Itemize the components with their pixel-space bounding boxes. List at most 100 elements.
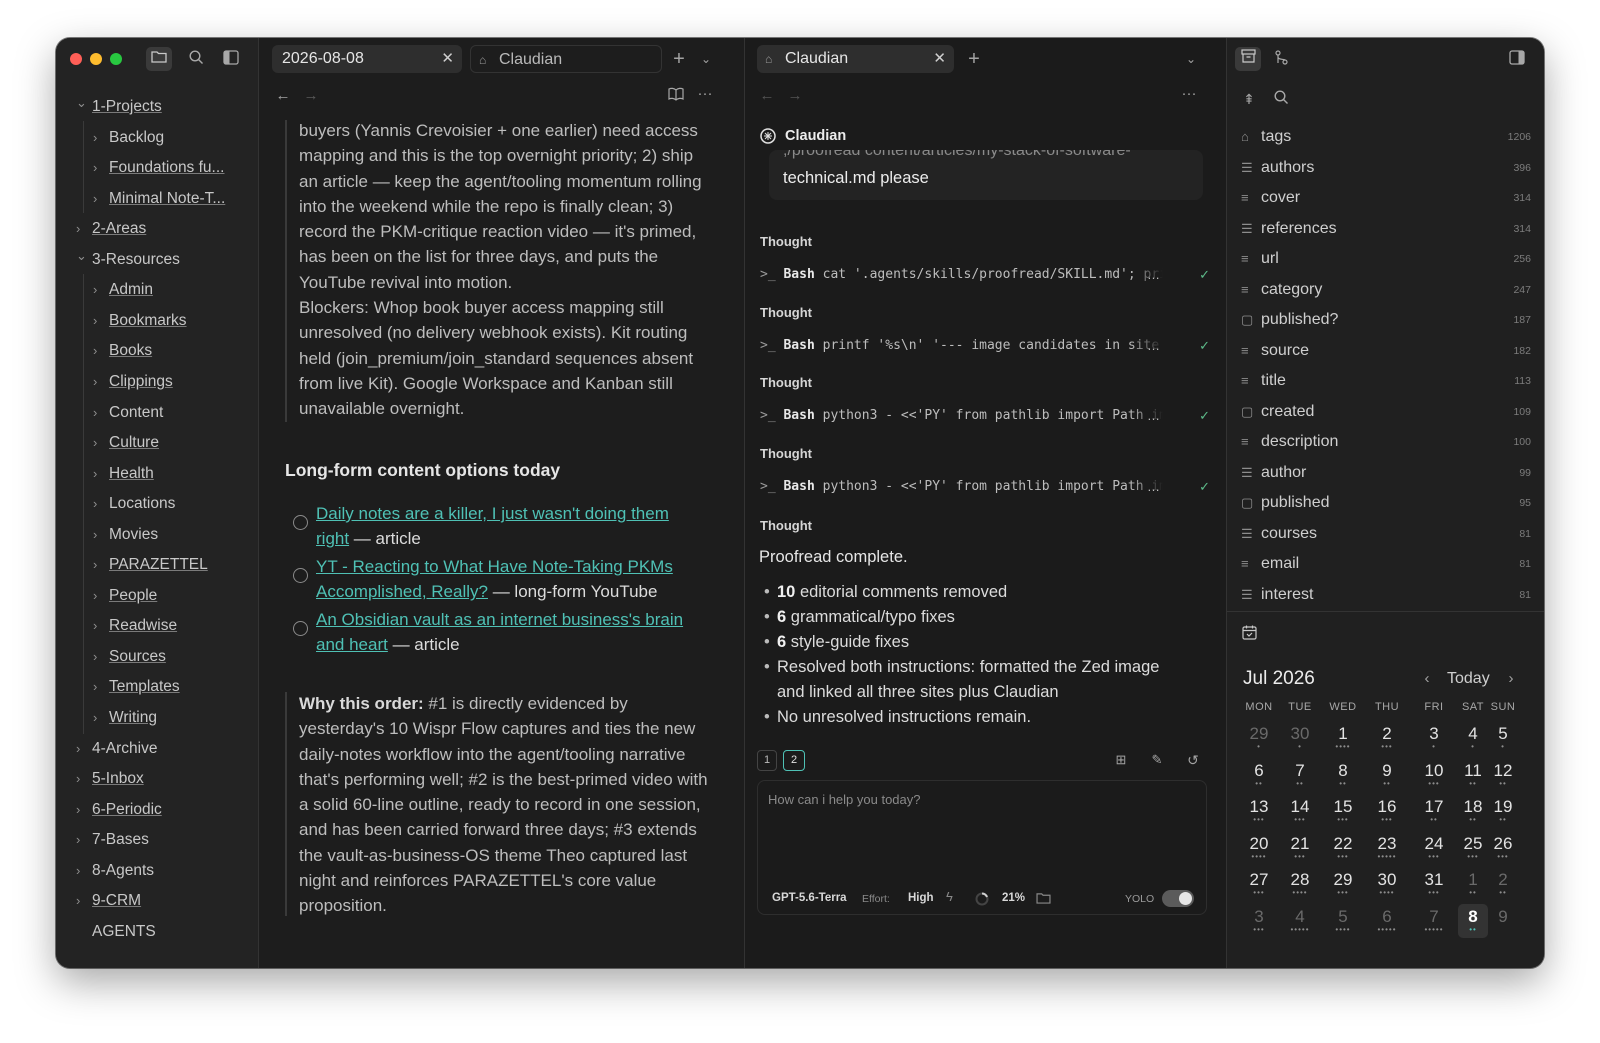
bookmark-panel-icon[interactable] [221, 50, 241, 70]
calendar-day[interactable]: 8 [1325, 761, 1361, 781]
chevron-down-icon[interactable]: ⌄ [696, 50, 716, 68]
sidebar-item[interactable]: › Content [56, 399, 259, 427]
more-options-icon[interactable]: ··· [695, 85, 715, 103]
tab-claudian-chat[interactable]: ⌂ Claudian ✕ [757, 45, 954, 73]
folder-icon[interactable] [1036, 891, 1052, 909]
tab-daily-note[interactable]: 2026-08-08 ✕ [272, 45, 462, 73]
property-row[interactable]: ☰ references 314 [1241, 214, 1531, 244]
calendar-day[interactable]: 1 [1325, 724, 1361, 744]
sort-icon[interactable]: ⇞ [1239, 90, 1259, 108]
tab-claudian[interactable]: ⌂ Claudian [470, 45, 662, 73]
calendar-day[interactable]: 3 [1241, 907, 1277, 927]
calendar-day[interactable]: 2 [1485, 870, 1521, 890]
calendar-day[interactable]: 31 [1416, 870, 1452, 890]
calendar-day[interactable]: 20 [1241, 834, 1277, 854]
sidebar-item[interactable]: › Health [56, 460, 259, 488]
property-row[interactable]: ≡ email 81 [1241, 549, 1531, 579]
folder-icon[interactable] [146, 47, 172, 71]
chevron-right-icon[interactable]: › [1503, 670, 1519, 688]
property-row[interactable]: ≡ source 182 [1241, 336, 1531, 366]
forward-arrow-icon[interactable]: → [301, 87, 321, 105]
history-icon[interactable]: ↺ [1183, 751, 1203, 769]
property-row[interactable]: ⌂ tags 1206 [1241, 122, 1531, 152]
calendar-day[interactable]: 26 [1485, 834, 1521, 854]
sidebar-item[interactable]: ⌄ 1-Projects [56, 93, 259, 121]
bash-tool-call[interactable]: >_ Bash cat '.agents/skills/proofread/SK… [760, 267, 1190, 282]
sidebar-item[interactable]: › Readwise [56, 612, 259, 640]
lightning-icon[interactable]: ϟ [946, 889, 953, 904]
sidebar-item[interactable]: › Backlog [56, 124, 259, 152]
calendar-day[interactable]: 30 [1282, 724, 1318, 744]
reading-view-icon[interactable] [665, 87, 687, 106]
calendar-day[interactable]: 30 [1369, 870, 1405, 890]
calendar-day[interactable]: 19 [1485, 797, 1521, 817]
sidebar-item[interactable]: AGENTS [56, 918, 259, 946]
today-button[interactable]: Today [1447, 670, 1490, 688]
calendar-day[interactable]: 14 [1282, 797, 1318, 817]
calendar-day[interactable]: 4 [1282, 907, 1318, 927]
sidebar-item[interactable]: › Locations [56, 490, 259, 518]
new-conversation-icon[interactable]: ⊞ [1111, 751, 1131, 769]
property-row[interactable]: ▢ published? 187 [1241, 305, 1531, 335]
property-row[interactable]: ☰ authors 396 [1241, 153, 1531, 183]
sidebar-item[interactable]: › PARAZETTEL [56, 551, 259, 579]
yolo-toggle[interactable] [1162, 890, 1194, 907]
calendar-day[interactable]: 7 [1282, 761, 1318, 781]
new-tab-icon[interactable]: + [669, 49, 689, 69]
archive-icon[interactable] [1235, 47, 1261, 71]
calendar-day[interactable]: 5 [1485, 724, 1521, 744]
model-selector[interactable]: GPT-5.6-Terra [772, 892, 847, 904]
sidebar-item[interactable]: › Sources [56, 643, 259, 671]
calendar-day[interactable]: 10 [1416, 761, 1452, 781]
calendar-day[interactable]: 17 [1416, 797, 1452, 817]
sidebar-item[interactable]: › Culture [56, 429, 259, 457]
calendar-day[interactable]: 12 [1485, 761, 1521, 781]
sidebar-item[interactable]: ⌄ 3-Resources [56, 246, 259, 274]
task-checkbox[interactable] [293, 568, 308, 583]
calendar-day[interactable]: 15 [1325, 797, 1361, 817]
sidebar-item[interactable]: › Movies [56, 521, 259, 549]
git-branch-icon[interactable] [1271, 50, 1291, 70]
sidebar-item[interactable]: › 2-Areas [56, 215, 259, 243]
more-options-icon[interactable]: ··· [1179, 85, 1199, 103]
calendar-day[interactable]: 2 [1369, 724, 1405, 744]
property-row[interactable]: ▢ created 109 [1241, 397, 1531, 427]
property-row[interactable]: ≡ title 113 [1241, 366, 1531, 396]
search-icon[interactable] [186, 50, 206, 70]
close-window-button[interactable] [70, 53, 82, 65]
sidebar-item[interactable]: › Books [56, 337, 259, 365]
task-checkbox[interactable] [293, 621, 308, 636]
calendar-day[interactable]: 7 [1416, 907, 1452, 927]
chevron-left-icon[interactable]: ‹ [1419, 670, 1435, 688]
edit-icon[interactable]: ✎ [1147, 751, 1167, 769]
sidebar-item[interactable]: › Foundations fu... [56, 154, 259, 182]
bash-tool-call[interactable]: >_ Bash printf '%s\n' '--- image candida… [760, 338, 1190, 353]
calendar-day[interactable]: 29 [1325, 870, 1361, 890]
property-row[interactable]: ☰ interest 81 [1241, 580, 1531, 610]
minimize-window-button[interactable] [90, 53, 102, 65]
zoom-window-button[interactable] [110, 53, 122, 65]
conversation-tab-2[interactable]: 2 [783, 750, 805, 771]
chat-input-box[interactable]: How can i help you today? GPT-5.6-Terra … [757, 780, 1207, 915]
sidebar-item[interactable]: › Minimal Note-T... [56, 185, 259, 213]
search-icon[interactable] [1271, 90, 1291, 110]
task-checkbox[interactable] [293, 515, 308, 530]
effort-selector[interactable]: High [908, 892, 934, 904]
calendar-day[interactable]: 21 [1282, 834, 1318, 854]
close-tab-icon[interactable]: ✕ [441, 45, 454, 73]
close-tab-icon[interactable]: ✕ [933, 45, 946, 73]
back-arrow-icon[interactable]: ← [757, 87, 777, 105]
calendar-day[interactable]: 16 [1369, 797, 1405, 817]
sidebar-item[interactable]: › 8-Agents [56, 857, 259, 885]
sidebar-item[interactable]: › Clippings [56, 368, 259, 396]
conversation-tab-1[interactable]: 1 [757, 750, 777, 771]
calendar-day[interactable]: 6 [1241, 761, 1277, 781]
calendar-day[interactable]: 9 [1369, 761, 1405, 781]
sidebar-item[interactable]: › 9-CRM [56, 887, 259, 915]
property-row[interactable]: ▢ published 95 [1241, 488, 1531, 518]
calendar-day[interactable]: 23 [1369, 834, 1405, 854]
calendar-day[interactable]: 29 [1241, 724, 1277, 744]
sidebar-item[interactable]: › Writing [56, 704, 259, 732]
sidebar-item[interactable]: › Admin [56, 276, 259, 304]
calendar-day[interactable]: 9 [1485, 907, 1521, 927]
